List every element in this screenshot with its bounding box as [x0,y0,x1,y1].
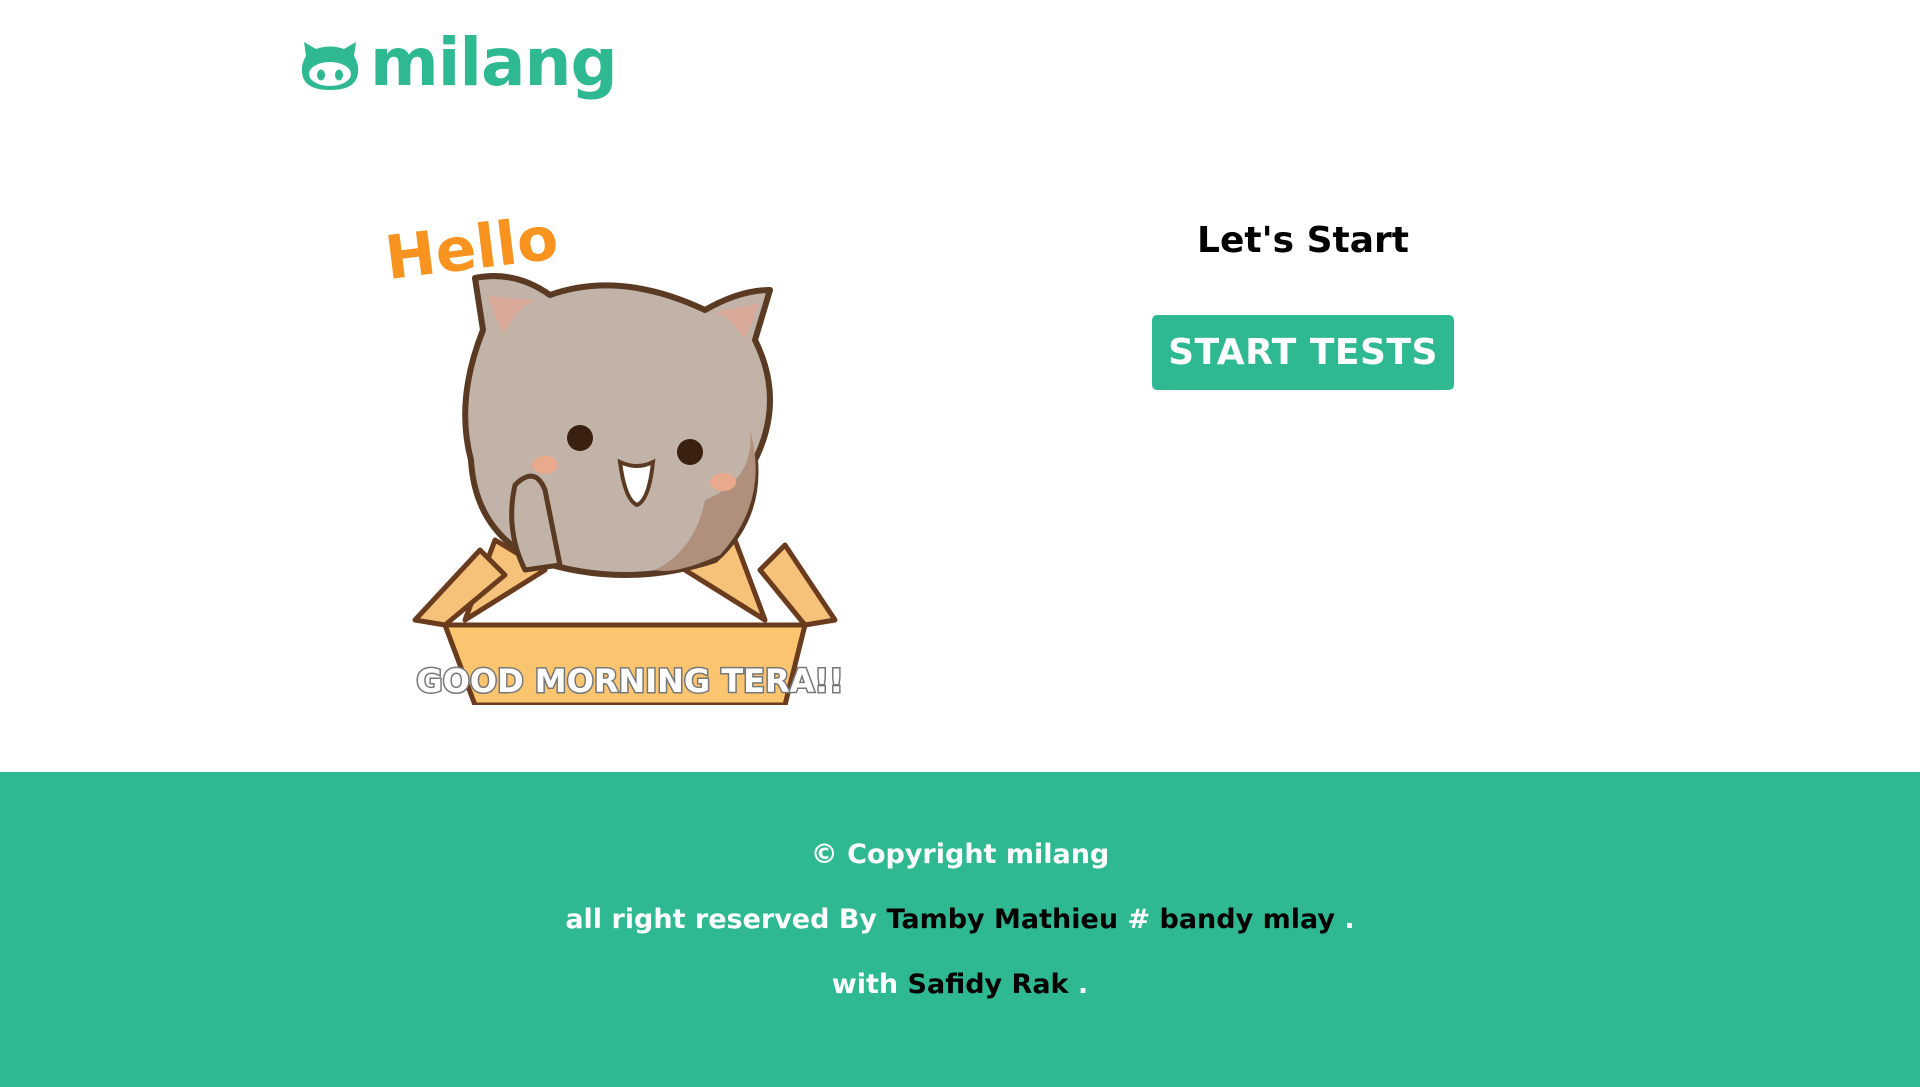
start-tests-button[interactable]: START TESTS [1152,315,1454,390]
period-text: . [1077,969,1089,1000]
author-link-tamby[interactable]: Tamby Mathieu [886,904,1118,935]
lets-start-heading: Let's Start [1197,220,1409,261]
hello-cat-image: Hello GOOD MORNING TERA!! [375,200,885,705]
caption-text: GOOD MORNING TERA!! [416,662,843,700]
header: milang [300,30,618,102]
with-text: with [831,969,899,1000]
credits-row: all right reserved By Tamby Mathieu # ba… [0,887,1920,952]
hello-text: Hello [381,203,562,294]
start-section: Let's Start START TESTS [1103,210,1503,390]
footer: © Copyright milang all right reserved By… [0,772,1920,1087]
copyright-text: © Copyright milang [810,839,1110,870]
reserved-text: all right reserved By [565,904,878,935]
period-text: . [1344,904,1355,935]
author-link-bandy[interactable]: bandy mlay [1160,904,1335,935]
author-link-safidy[interactable]: Safidy Rak [908,969,1069,1000]
with-row: with Safidy Rak . [0,952,1920,1017]
github-cat-icon[interactable] [300,38,360,94]
brand-name[interactable]: milang [370,30,618,96]
separator-text: # [1127,904,1151,935]
